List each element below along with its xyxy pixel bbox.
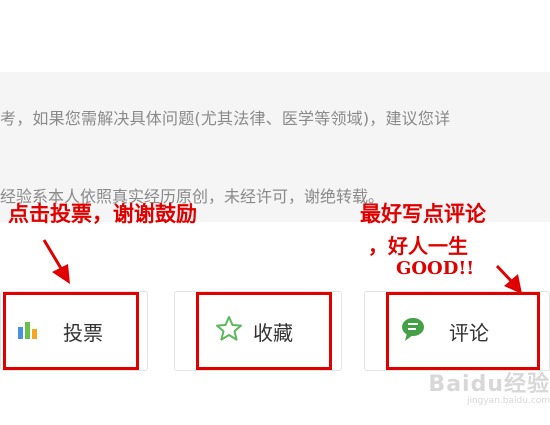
watermark-logo: Baidu经验 (428, 372, 550, 397)
watermark: Baidu经验 jingyan.baidu.com (420, 366, 550, 406)
annotation-arrows (42, 239, 522, 294)
arrow-left-shaft (42, 239, 64, 271)
